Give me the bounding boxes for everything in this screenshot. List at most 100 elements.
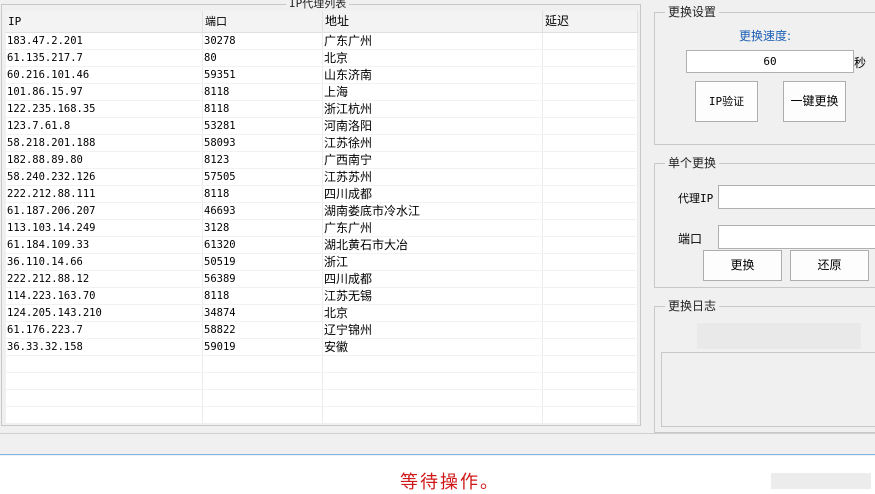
table-row[interactable]: 183.47.2.201 30278 广东广州	[6, 33, 638, 50]
table-row[interactable]: 61.187.206.207 46693 湖南娄底市冷水江	[6, 203, 638, 220]
cell-ip	[6, 373, 203, 389]
table-row[interactable]: 36.110.14.66 50519 浙江	[6, 254, 638, 271]
cell-port: 61320	[203, 237, 323, 253]
change-settings-group: 更换设置 更换速度: 60 秒 IP验证 一键更换	[654, 5, 875, 145]
cell-delay	[543, 33, 638, 49]
verify-ip-button[interactable]: IP验证	[695, 81, 758, 122]
single-change-group: 单个更换 代理IP 端口 更换 还原	[654, 156, 875, 288]
cell-ip: 124.205.143.210	[6, 305, 203, 321]
cell-address: 四川成都	[323, 271, 543, 287]
proxy-ip-input[interactable]	[718, 185, 875, 209]
change-button[interactable]: 更换	[703, 250, 782, 281]
table-row[interactable]: 222.212.88.111 8118 四川成都	[6, 186, 638, 203]
table-row[interactable]: 61.176.223.7 58822 辽宁锦州	[6, 322, 638, 339]
cell-delay	[543, 288, 638, 304]
cell-ip: 114.223.163.70	[6, 288, 203, 304]
cell-ip: 61.176.223.7	[6, 322, 203, 338]
table-row[interactable]: 101.86.15.97 8118 上海	[6, 84, 638, 101]
cell-ip: 58.240.232.126	[6, 169, 203, 185]
column-header-port[interactable]: 端口	[203, 11, 323, 32]
cell-address: 河南洛阳	[323, 118, 543, 134]
table-row[interactable]: 114.223.163.70 8118 江苏无锡	[6, 288, 638, 305]
table-row[interactable]: 36.33.32.158 59019 安徽	[6, 339, 638, 356]
table-row[interactable]: 60.216.101.46 59351 山东济南	[6, 67, 638, 84]
table-row[interactable]	[6, 407, 638, 423]
table-row[interactable]	[6, 356, 638, 373]
cell-address: 广东广州	[323, 220, 543, 236]
one-click-change-button[interactable]: 一键更换	[783, 81, 846, 122]
cell-port	[203, 407, 323, 423]
cell-port: 3128	[203, 220, 323, 236]
proxy-list-header: IP 端口 地址 延迟	[6, 11, 638, 33]
table-row[interactable]: 113.103.14.249 3128 广东广州	[6, 220, 638, 237]
restore-button[interactable]: 还原	[790, 250, 869, 281]
column-header-address[interactable]: 地址	[323, 11, 543, 32]
cell-address: 湖南娄底市冷水江	[323, 203, 543, 219]
cell-delay	[543, 339, 638, 355]
cell-port: 50519	[203, 254, 323, 270]
cell-ip: 222.212.88.12	[6, 271, 203, 287]
proxy-ip-label: 代理IP	[678, 192, 714, 205]
table-row[interactable]: 58.240.232.126 57505 江苏苏州	[6, 169, 638, 186]
cell-address: 广西南宁	[323, 152, 543, 168]
log-redacted-area	[697, 323, 861, 349]
cell-port: 56389	[203, 271, 323, 287]
proxy-list-table[interactable]: IP 端口 地址 延迟 183.47.2.201 30278 广东广州 61.135.…	[6, 11, 638, 423]
cell-address	[323, 407, 543, 423]
cell-ip: 60.216.101.46	[6, 67, 203, 83]
cell-ip: 222.212.88.111	[6, 186, 203, 202]
cell-port: 8118	[203, 101, 323, 117]
cell-port: 30278	[203, 33, 323, 49]
cell-ip: 58.218.201.188	[6, 135, 203, 151]
table-row[interactable]: 61.135.217.7 80 北京	[6, 50, 638, 67]
cell-delay	[543, 135, 638, 151]
cell-delay	[543, 390, 638, 406]
proxy-list-group: IP代理列表 IP 端口 地址 延迟 183.47.2.201 30278 广东广州…	[1, 0, 641, 426]
cell-delay	[543, 356, 638, 372]
port-input[interactable]	[718, 225, 875, 249]
table-row[interactable]: 124.205.143.210 34874 北京	[6, 305, 638, 322]
cell-ip: 183.47.2.201	[6, 33, 203, 49]
cell-ip: 61.184.109.33	[6, 237, 203, 253]
cell-address: 浙江	[323, 254, 543, 270]
status-text: 等待操作。	[400, 472, 500, 493]
cell-delay	[543, 220, 638, 236]
cell-delay	[543, 271, 638, 287]
cell-address	[323, 356, 543, 372]
table-row[interactable]: 58.218.201.188 58093 江苏徐州	[6, 135, 638, 152]
change-log-textarea[interactable]	[661, 352, 875, 427]
cell-delay	[543, 373, 638, 389]
table-row[interactable]: 122.235.168.35 8118 浙江杭州	[6, 101, 638, 118]
proxy-list-title: IP代理列表	[286, 0, 350, 11]
speed-unit-label: 秒	[854, 56, 867, 70]
cell-ip: 182.88.89.80	[6, 152, 203, 168]
cell-address: 北京	[323, 305, 543, 321]
change-speed-input[interactable]: 60	[686, 50, 854, 73]
cell-port: 8118	[203, 186, 323, 202]
cell-ip: 61.187.206.207	[6, 203, 203, 219]
table-row[interactable]	[6, 390, 638, 407]
column-header-delay[interactable]: 延迟	[543, 11, 638, 32]
cell-ip: 113.103.14.249	[6, 220, 203, 236]
cell-port: 58822	[203, 322, 323, 338]
cell-port: 57505	[203, 169, 323, 185]
cell-address: 四川成都	[323, 186, 543, 202]
column-header-ip[interactable]: IP	[6, 11, 203, 32]
table-row[interactable]: 61.184.109.33 61320 湖北黄石市大冶	[6, 237, 638, 254]
cell-port: 59019	[203, 339, 323, 355]
table-row[interactable]	[6, 373, 638, 390]
table-row[interactable]: 222.212.88.12 56389 四川成都	[6, 271, 638, 288]
cell-delay	[543, 118, 638, 134]
cell-port: 59351	[203, 67, 323, 83]
table-row[interactable]: 182.88.89.80 8123 广西南宁	[6, 152, 638, 169]
cell-delay	[543, 407, 638, 423]
cell-ip: 122.235.168.35	[6, 101, 203, 117]
table-row[interactable]: 123.7.61.8 53281 河南洛阳	[6, 118, 638, 135]
cell-ip	[6, 390, 203, 406]
cell-address: 安徽	[323, 339, 543, 355]
cell-ip: 101.86.15.97	[6, 84, 203, 100]
cell-ip: 123.7.61.8	[6, 118, 203, 134]
cell-ip: 36.110.14.66	[6, 254, 203, 270]
cell-address	[323, 373, 543, 389]
cell-port: 34874	[203, 305, 323, 321]
